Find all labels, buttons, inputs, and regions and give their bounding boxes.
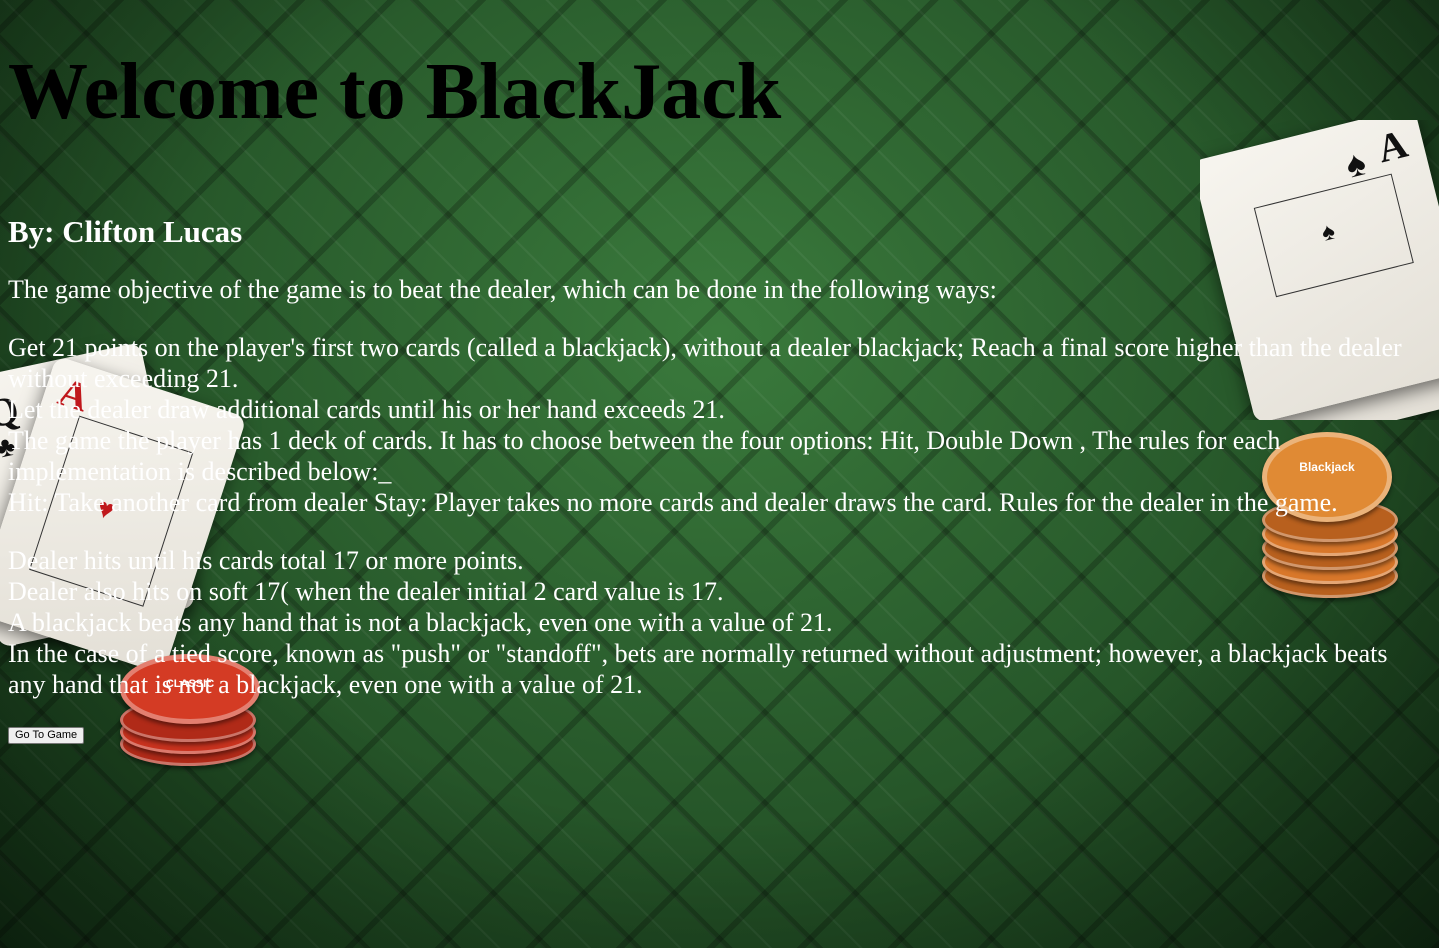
page-title: Welcome to BlackJack: [8, 48, 782, 136]
rule-line: The game the player has 1 deck of cards.…: [8, 426, 1281, 486]
author-heading: By: Clifton Lucas: [8, 214, 243, 249]
dealer-rule-line: Dealer hits until his cards total 17 or …: [8, 546, 524, 575]
dealer-rule-line: In the case of a tied score, known as "p…: [8, 639, 1388, 699]
rule-line: Get 21 points on the player's first two …: [8, 333, 1402, 393]
dealer-rule-line: Dealer also hits on soft 17( when the de…: [8, 577, 724, 606]
dealer-rules-paragraph: Dealer hits until his cards total 17 or …: [8, 545, 1431, 700]
go-to-game-button[interactable]: Go To Game: [8, 727, 85, 744]
intro-text: The game objective of the game is to bea…: [8, 275, 997, 304]
rules-paragraph: Get 21 points on the player's first two …: [8, 332, 1431, 518]
rule-line: Let the dealer draw additional cards unt…: [8, 395, 725, 424]
main-content: Welcome to BlackJack By: Clifton Lucas T…: [0, 0, 1439, 744]
rule-line: Hit: Take another card from dealer Stay:…: [8, 488, 1338, 517]
dealer-rule-line: A blackjack beats any hand that is not a…: [8, 608, 833, 637]
